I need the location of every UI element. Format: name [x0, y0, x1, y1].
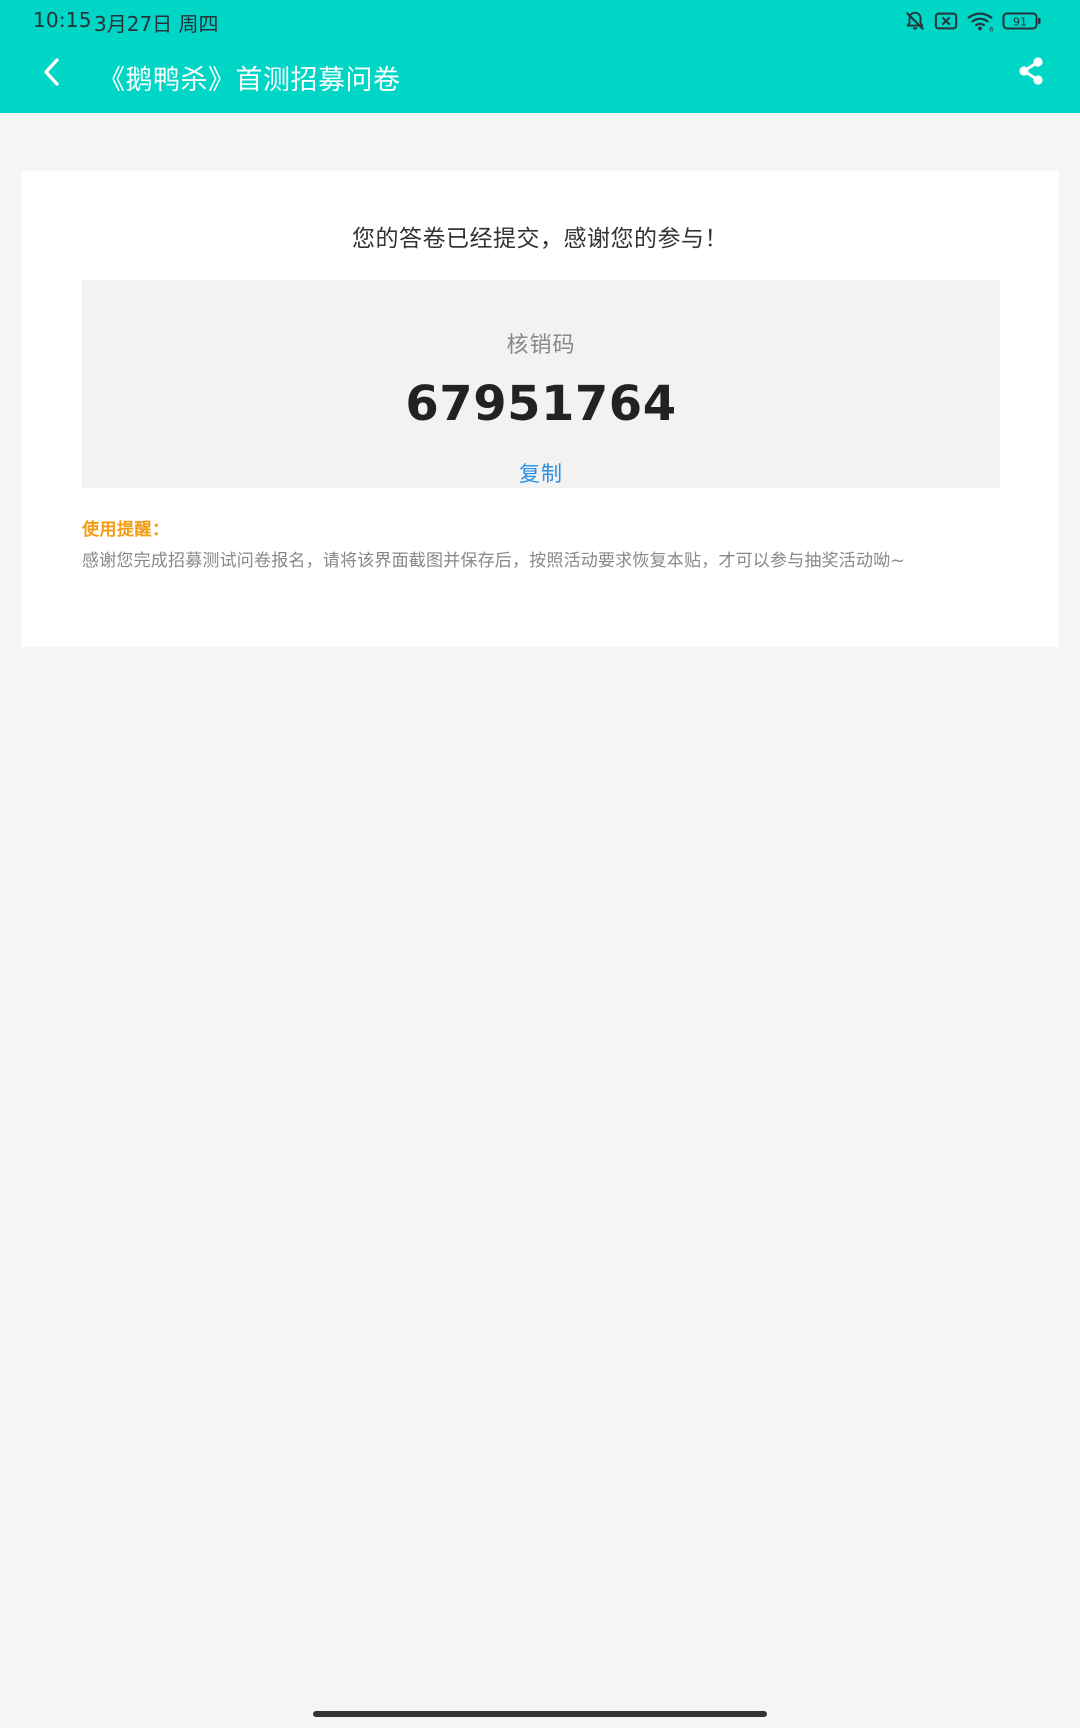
no-sim-icon — [934, 10, 958, 32]
battery-icon: 91 — [1002, 10, 1042, 32]
code-label: 核销码 — [506, 333, 576, 358]
success-message: 您的答卷已经提交，感谢您的参与！ — [352, 226, 728, 252]
reminder-text: 感谢您完成招募测试问卷报名，请将该界面截图并保存后，按照活动要求恢复本贴，才可以… — [82, 551, 905, 571]
chevron-left-icon — [40, 57, 64, 91]
result-card: 您的答卷已经提交，感谢您的参与！ 核销码 67951764 复制 使用提醒： 感… — [21, 171, 1059, 647]
wifi-icon: 6 — [966, 10, 994, 32]
app-bar: 《鹅鸭杀》首测招募问卷 — [0, 44, 1080, 113]
top-header: 10:15 3月27日 周四 6 91 《鹅鸭杀》首测招募问卷 — [0, 0, 1080, 113]
status-icons: 6 91 — [904, 9, 1042, 33]
verification-code: 67951764 — [405, 376, 677, 432]
share-icon — [1016, 56, 1046, 90]
copy-button[interactable]: 复制 — [519, 462, 563, 486]
page-title: 《鹅鸭杀》首测招募问卷 — [98, 65, 401, 96]
status-time: 10:15 — [33, 8, 92, 32]
verification-code-box: 核销码 67951764 复制 — [82, 280, 1000, 488]
status-date: 3月27日 周四 — [94, 12, 219, 36]
share-button[interactable] — [1008, 50, 1054, 96]
gesture-bar[interactable] — [313, 1711, 767, 1717]
status-bar: 10:15 3月27日 周四 6 91 — [0, 0, 1080, 44]
back-button[interactable] — [30, 52, 74, 96]
mute-bell-icon — [904, 10, 926, 32]
svg-text:6: 6 — [989, 25, 993, 32]
copy-container: 复制 — [82, 458, 1000, 488]
reminder-title: 使用提醒： — [82, 520, 170, 540]
battery-level: 91 — [1013, 16, 1027, 29]
